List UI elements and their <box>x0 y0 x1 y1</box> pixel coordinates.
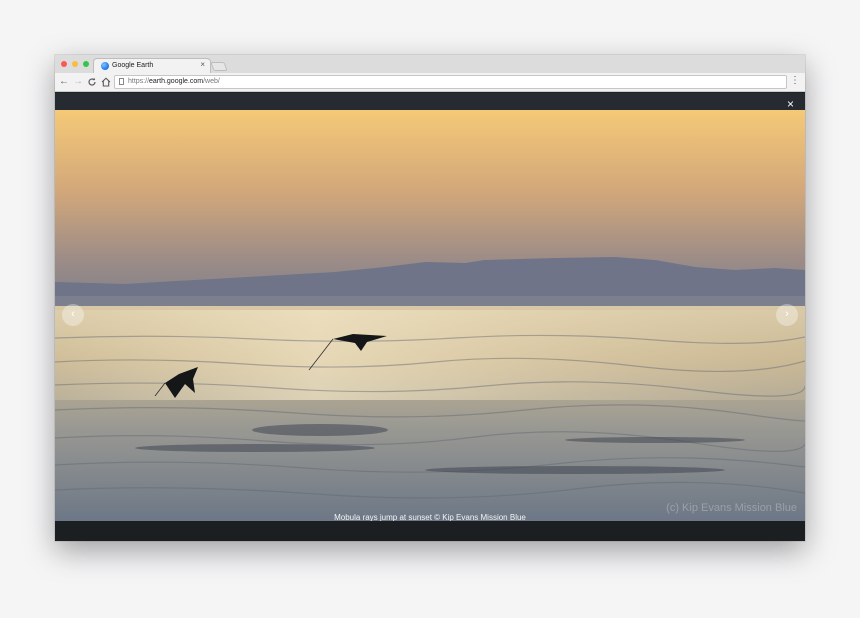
previous-photo-button[interactable]: ‹ <box>62 304 84 326</box>
photo-caption: Mobula rays jump at sunset © Kip Evans M… <box>334 513 526 521</box>
window-close-button[interactable] <box>61 61 67 67</box>
window-minimize-button[interactable] <box>72 61 78 67</box>
reload-icon[interactable] <box>87 76 97 91</box>
page-icon <box>119 78 124 85</box>
address-bar[interactable]: https://earth.google.com/web/ <box>114 75 787 89</box>
photo-mobula-rays: ‹ › (c) Kip Evans Mission Blue Mobula ra… <box>55 110 805 521</box>
url-text: https://earth.google.com/web/ <box>128 78 220 85</box>
back-arrow-icon[interactable]: ← <box>59 76 69 88</box>
close-viewer-button[interactable]: × <box>787 97 794 111</box>
forward-arrow-icon[interactable]: → <box>73 76 83 88</box>
home-icon[interactable] <box>101 76 111 91</box>
tab-title: Google Earth <box>112 62 154 69</box>
photo-viewer: × ‹ › (c) Kip Evans Mission Blue Mobula … <box>55 93 805 541</box>
next-photo-button[interactable]: › <box>776 304 798 326</box>
browser-toolbar: ← → https://earth.google.com/web/ ⋮ <box>55 73 805 92</box>
browser-window: Google Earth × ← → https://earth.google.… <box>55 55 805 541</box>
window-maximize-button[interactable] <box>83 61 89 67</box>
tab-google-earth[interactable]: Google Earth × <box>93 58 211 73</box>
browser-menu-icon[interactable]: ⋮ <box>790 75 800 87</box>
caption-bar <box>55 521 805 541</box>
tab-close-button[interactable]: × <box>200 60 205 70</box>
tab-strip: Google Earth × <box>55 55 805 73</box>
new-tab-button[interactable] <box>210 62 228 71</box>
google-earth-icon <box>101 62 109 70</box>
